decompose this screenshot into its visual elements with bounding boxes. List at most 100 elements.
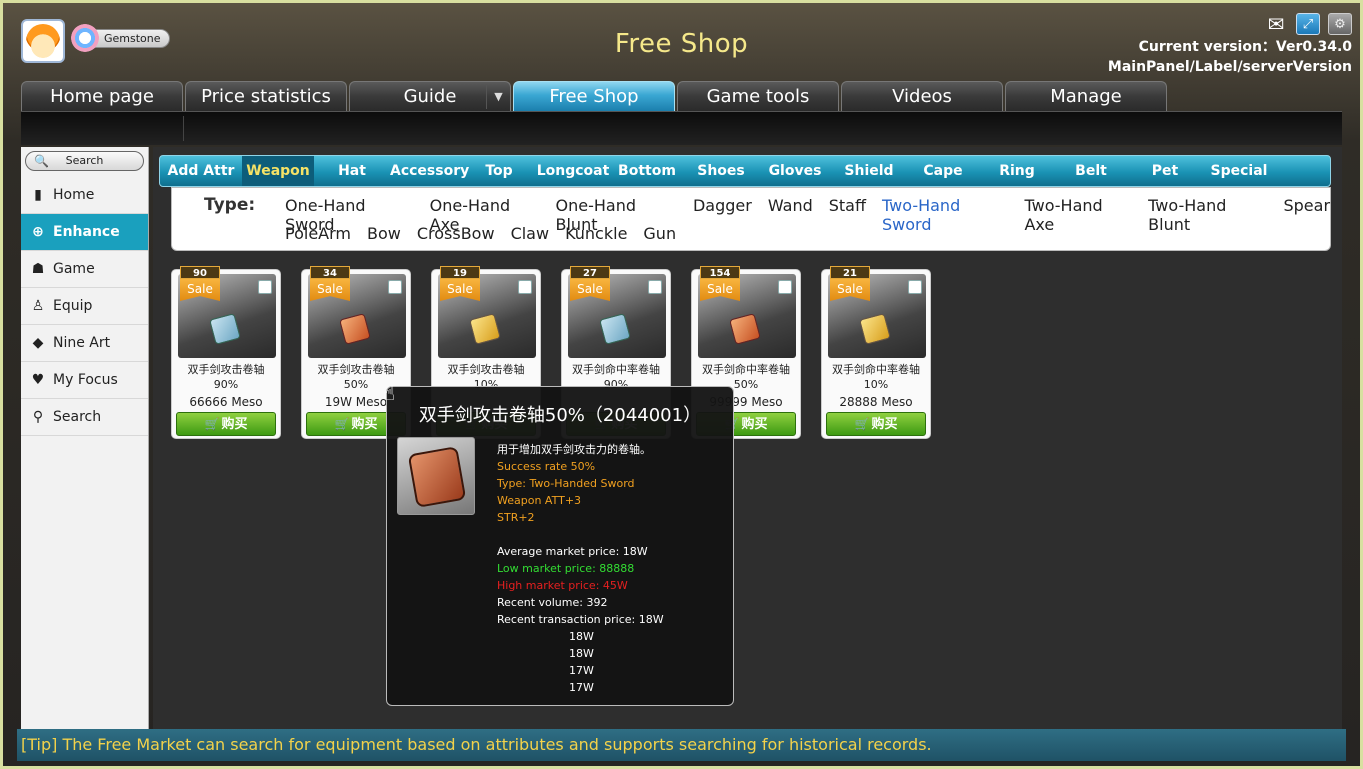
item-price: 66666 Meso	[189, 395, 263, 409]
type-option[interactable]: Wand	[768, 196, 813, 234]
item-card[interactable]: 90 Sale 双手剑攻击卷轴90% 66666 Meso 🛒 购买	[171, 266, 281, 439]
category-pet[interactable]: Pet	[1128, 156, 1202, 186]
tooltip-item-image	[397, 437, 475, 515]
app-window: Gemstone Free Shop ✉ ⤢ ⚙ Current version…	[0, 0, 1363, 769]
item-checkbox[interactable]	[908, 280, 922, 294]
sidebar-item-label: Nine Art	[53, 335, 111, 351]
tab-videos[interactable]: Videos	[841, 81, 1003, 111]
buy-button[interactable]: 🛒购买	[176, 412, 276, 436]
item-count: 19	[440, 266, 480, 279]
type-option[interactable]: Two-Hand Axe	[1024, 196, 1132, 234]
item-checkbox[interactable]	[388, 280, 402, 294]
type-option-selected[interactable]: Two-Hand Sword	[882, 196, 1008, 234]
tab-home-page[interactable]: Home page	[21, 81, 183, 111]
sidebar-item-game[interactable]: ☗ Game	[21, 251, 148, 288]
sidebar-search-button[interactable]: 🔍 Search	[25, 151, 144, 171]
type-option[interactable]: Bow	[367, 224, 401, 243]
sale-label: Sale	[180, 279, 220, 301]
tooltip-type: Type: Two-Handed Sword	[497, 477, 635, 490]
tab-game-tools[interactable]: Game tools	[677, 81, 839, 111]
item-checkbox[interactable]	[258, 280, 272, 294]
sidebar-item-label: Search	[53, 409, 102, 425]
sale-badge: 19 Sale	[440, 266, 480, 310]
category-add-attr[interactable]: Add Attr	[160, 156, 242, 186]
chevron-down-icon[interactable]: ▼	[486, 85, 510, 109]
category-ring[interactable]: Ring	[980, 156, 1054, 186]
toolbar-divider	[183, 116, 184, 141]
type-option[interactable]: Claw	[511, 224, 550, 243]
category-shoes[interactable]: Shoes	[684, 156, 758, 186]
tip-bar: [Tip] The Free Market can search for equ…	[17, 729, 1346, 761]
item-checkbox[interactable]	[518, 280, 532, 294]
server-version-line: MainPanel/Label/serverVersion	[1107, 59, 1352, 75]
sidebar-item-label: Game	[53, 261, 95, 277]
tab-manage[interactable]: Manage	[1005, 81, 1167, 111]
gemstone-icon	[71, 24, 99, 52]
type-option[interactable]: Gun	[643, 224, 676, 243]
category-top[interactable]: Top	[462, 156, 536, 186]
tab-free-shop[interactable]: Free Shop	[513, 81, 675, 111]
history-entry: 17W	[569, 681, 594, 694]
tooltip-avg-price: Average market price: 18W	[497, 545, 648, 558]
item-count: 34	[310, 266, 350, 279]
type-row-2: PoleArm Bow CrossBow Claw Kunckle Gun	[285, 224, 676, 243]
type-option[interactable]: Spear	[1283, 196, 1330, 234]
category-shield[interactable]: Shield	[832, 156, 906, 186]
type-option[interactable]: CrossBow	[417, 224, 495, 243]
cart-icon: 🛒	[334, 417, 350, 431]
type-option[interactable]: Dagger	[693, 196, 752, 234]
tab-guide[interactable]: Guide ▼	[349, 81, 511, 111]
buy-label: 购买	[741, 417, 768, 432]
sidebar-item-search[interactable]: ⚲ Search	[21, 399, 148, 436]
sub-toolbar	[21, 111, 1342, 145]
history-entry: 17W	[569, 664, 594, 677]
cube-icon: ◆	[32, 335, 44, 351]
item-checkbox[interactable]	[778, 280, 792, 294]
main-tabs: Home page Price statistics Guide ▼ Free …	[21, 81, 1167, 111]
heart-icon: ♥	[31, 372, 45, 388]
sale-badge: 21 Sale	[830, 266, 870, 310]
type-option[interactable]: PoleArm	[285, 224, 351, 243]
sidebar-item-nine-art[interactable]: ◆ Nine Art	[21, 325, 148, 362]
tooltip-recent-price: Recent transaction price: 18W	[497, 613, 664, 626]
person-icon: ♙	[31, 298, 45, 314]
scroll-icon	[407, 446, 467, 508]
sidebar-item-home[interactable]: ▮ Home	[21, 177, 148, 214]
type-option[interactable]: Kunckle	[565, 224, 627, 243]
item-card[interactable]: 21 Sale 双手剑命中率卷轴10% 28888 Meso 🛒 购买	[821, 266, 931, 439]
sale-badge: 154 Sale	[700, 266, 740, 310]
sidebar-item-my-focus[interactable]: ♥ My Focus	[21, 362, 148, 399]
item-count: 27	[570, 266, 610, 279]
category-bottom[interactable]: Bottom	[610, 156, 684, 186]
category-belt[interactable]: Belt	[1054, 156, 1128, 186]
type-option[interactable]: Two-Hand Blunt	[1148, 196, 1267, 234]
mail-icon[interactable]: ✉	[1264, 12, 1288, 36]
sidebar-item-enhance[interactable]: ⊕ Enhance	[21, 214, 148, 251]
sidebar-item-label: Home	[53, 187, 95, 203]
buy-button[interactable]: 🛒购买	[826, 412, 926, 436]
tooltip-desc: 用于增加双手剑攻击力的卷轴。	[497, 443, 651, 456]
category-accessory[interactable]: Accessory	[390, 156, 469, 186]
category-longcoat[interactable]: Longcoat	[536, 156, 610, 186]
gear-icon[interactable]: ⚙	[1328, 13, 1352, 35]
search-icon: 🔍	[34, 154, 49, 168]
search-icon: ⚲	[32, 409, 44, 425]
sale-label: Sale	[310, 279, 350, 301]
category-special[interactable]: Special	[1202, 156, 1276, 186]
sidebar-item-label: My Focus	[53, 372, 118, 388]
sale-label: Sale	[830, 279, 870, 301]
category-weapon[interactable]: Weapon	[242, 156, 314, 186]
category-cape[interactable]: Cape	[906, 156, 980, 186]
plus-circle-icon: ⊕	[32, 224, 44, 240]
type-label: Type:	[204, 195, 256, 215]
item-checkbox[interactable]	[648, 280, 662, 294]
category-gloves[interactable]: Gloves	[758, 156, 832, 186]
buy-label: 购买	[871, 417, 898, 432]
sidebar-item-equip[interactable]: ♙ Equip	[21, 288, 148, 325]
tab-price-statistics[interactable]: Price statistics	[185, 81, 347, 111]
bookmark-icon: ▮	[34, 187, 42, 203]
export-icon[interactable]: ⤢	[1296, 13, 1320, 35]
category-hat[interactable]: Hat	[314, 156, 390, 186]
type-option[interactable]: Staff	[829, 196, 866, 234]
sale-badge: 27 Sale	[570, 266, 610, 310]
